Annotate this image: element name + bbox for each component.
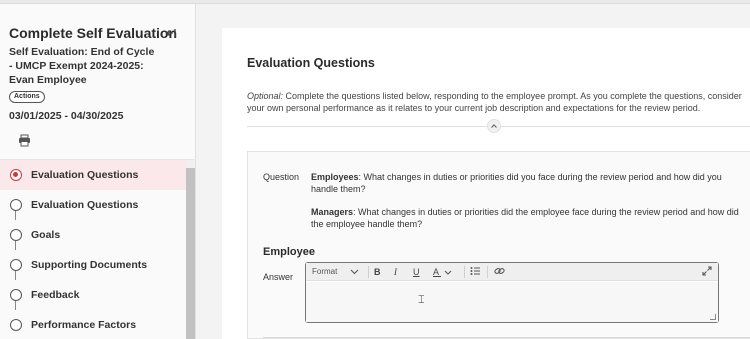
toolbar-separator bbox=[464, 266, 465, 278]
text-cursor-icon: ⌶ bbox=[418, 293, 425, 306]
employee-prompt: Employees: What changes in duties or pri… bbox=[311, 172, 743, 195]
employees-prefix: Employees bbox=[311, 172, 359, 182]
question-label: Question bbox=[263, 172, 300, 182]
step-current-icon bbox=[10, 169, 22, 181]
collapse-instructions-button[interactable] bbox=[487, 119, 501, 133]
step-circle-icon bbox=[10, 229, 22, 241]
step-label: Supporting Documents bbox=[31, 259, 148, 271]
underline-button[interactable]: U bbox=[413, 266, 420, 278]
step-label: Evaluation Questions bbox=[31, 199, 139, 211]
step-circle-icon bbox=[10, 199, 22, 211]
actions-button[interactable]: Actions bbox=[9, 91, 45, 103]
answer-label: Answer bbox=[263, 272, 294, 282]
step-evaluation-questions-1[interactable]: Evaluation Questions bbox=[0, 160, 186, 190]
text-color-button[interactable]: A bbox=[433, 266, 452, 278]
optional-label: Optional: bbox=[247, 91, 284, 101]
step-supporting-documents[interactable]: Supporting Documents bbox=[0, 250, 186, 280]
review-period-dates: 03/01/2025 - 04/30/2025 bbox=[9, 110, 124, 122]
managers-prefix: Managers bbox=[311, 207, 354, 217]
answer-rich-text-editor[interactable]: Format B I U A ⌶ bbox=[305, 262, 719, 323]
chevron-down-icon bbox=[350, 269, 358, 275]
toolbar-separator bbox=[487, 266, 488, 278]
step-label: Goals bbox=[31, 229, 61, 241]
employees-question: : What changes in duties or priorities d… bbox=[311, 172, 722, 194]
editor-toolbar: Format B I U A bbox=[306, 263, 718, 281]
step-evaluation-questions-2[interactable]: Evaluation Questions bbox=[0, 190, 186, 220]
step-performance-factors[interactable]: Performance Factors bbox=[0, 310, 186, 339]
sidebar-title: Complete Self Evaluation bbox=[9, 25, 178, 41]
bold-button[interactable]: B bbox=[374, 266, 381, 278]
format-dropdown[interactable]: Format bbox=[312, 266, 359, 278]
section-divider bbox=[263, 337, 750, 338]
sidebar-scrollbar-thumb[interactable] bbox=[186, 168, 195, 339]
answer-text-area[interactable] bbox=[306, 282, 718, 322]
step-label: Feedback bbox=[31, 289, 80, 301]
main-panel: Evaluation Questions Optional: Complete … bbox=[222, 28, 750, 339]
collapse-sidebar-icon[interactable] bbox=[164, 26, 178, 40]
page-title: Evaluation Questions bbox=[247, 56, 375, 70]
evaluation-subtitle: Self Evaluation: End of Cycle - UMCP Exe… bbox=[9, 46, 155, 86]
italic-button[interactable]: I bbox=[394, 266, 397, 278]
managers-question: : What changes in duties or priorities d… bbox=[311, 207, 739, 229]
expand-icon[interactable] bbox=[702, 266, 712, 279]
link-icon[interactable] bbox=[494, 266, 505, 279]
text-color-label: A bbox=[433, 267, 439, 277]
print-icon[interactable] bbox=[18, 134, 31, 147]
resize-handle-icon[interactable] bbox=[710, 314, 716, 320]
step-label: Performance Factors bbox=[31, 319, 137, 331]
manager-prompt: Managers: What changes in duties or prio… bbox=[311, 207, 743, 230]
step-goals[interactable]: Goals bbox=[0, 220, 186, 250]
question-card: Question Employees: What changes in duti… bbox=[247, 151, 750, 339]
format-label: Format bbox=[312, 267, 338, 276]
chevron-down-icon bbox=[444, 270, 452, 275]
step-circle-icon bbox=[10, 289, 22, 301]
instructions-body: Complete the questions listed below, res… bbox=[247, 91, 742, 113]
employee-heading: Employee bbox=[263, 246, 315, 258]
step-label: Evaluation Questions bbox=[31, 169, 139, 181]
instructions-text: Optional: Complete the questions listed … bbox=[247, 90, 742, 114]
step-circle-icon bbox=[10, 259, 22, 271]
step-circle-icon bbox=[10, 319, 22, 331]
toolbar-separator bbox=[368, 266, 369, 278]
step-feedback[interactable]: Feedback bbox=[0, 280, 186, 310]
step-list: Evaluation Questions Evaluation Question… bbox=[0, 160, 186, 339]
bulleted-list-icon[interactable] bbox=[470, 266, 481, 279]
